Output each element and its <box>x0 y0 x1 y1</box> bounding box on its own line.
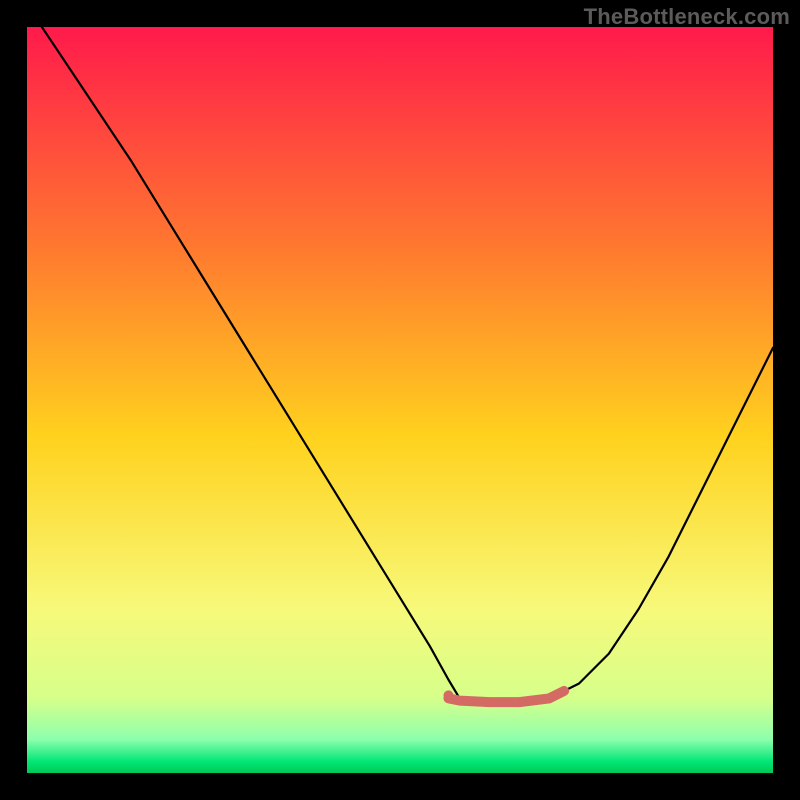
watermark-text: TheBottleneck.com <box>584 4 790 30</box>
gradient-background <box>27 27 773 773</box>
highlight-start-dot <box>443 690 453 700</box>
bottleneck-chart <box>27 27 773 773</box>
chart-frame: TheBottleneck.com <box>0 0 800 800</box>
plot-area <box>27 27 773 773</box>
